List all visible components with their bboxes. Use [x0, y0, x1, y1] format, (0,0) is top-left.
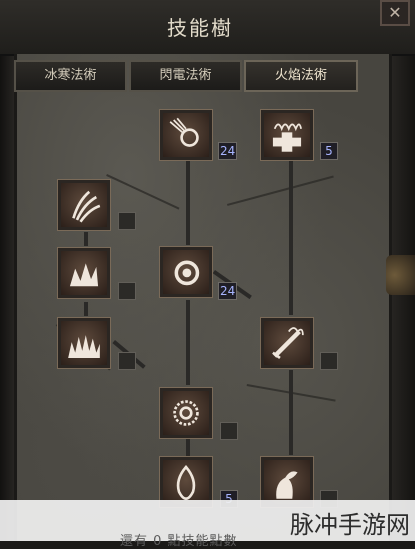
fire-mastery-icon: [176, 465, 196, 501]
fire-wall-icon: [68, 335, 100, 358]
blaze-icon: [69, 263, 99, 287]
skill-level-warmth: 5: [320, 142, 338, 160]
tab-cold-spells[interactable]: 冰寒法術: [14, 60, 127, 92]
prereq-arrow: [84, 232, 88, 246]
prereq-arrow: [186, 300, 190, 385]
hydra-icon: [276, 471, 298, 499]
skill-fire-bolt[interactable]: [159, 109, 213, 161]
close-button[interactable]: ✕: [380, 0, 410, 26]
tab-lightning-spells[interactable]: 閃電法術: [129, 60, 242, 92]
skill-level-inferno: [118, 212, 136, 230]
prereq-arrow: [186, 438, 190, 456]
tab-fire-spells[interactable]: 火焰法術: [244, 60, 358, 92]
skill-inferno[interactable]: [57, 179, 111, 231]
skill-level-blaze: [118, 282, 136, 300]
window-title: 技能樹: [167, 16, 233, 40]
skill-level-enchant: [320, 352, 338, 370]
skill-enchant[interactable]: [260, 317, 314, 369]
remaining-skill-points: 還有 0 點技能點數: [120, 534, 238, 549]
skill-fire-ball[interactable]: [159, 246, 213, 298]
fire-ball-icon: [174, 260, 200, 286]
site-watermark: 脉冲手游网: [290, 511, 410, 539]
inferno-icon: [72, 190, 101, 223]
prereq-arrow: [289, 370, 293, 455]
skill-level-meteor: [220, 422, 238, 440]
title-bar: 技能樹 ✕: [0, 0, 415, 56]
warmth-icon: [272, 123, 302, 152]
side-ornament: [386, 255, 415, 295]
prereq-arrow: [289, 160, 293, 315]
meteor-icon: [173, 400, 199, 426]
skill-meteor[interactable]: [159, 387, 213, 439]
fire-bolt-icon: [169, 117, 199, 147]
enchant-icon: [272, 327, 304, 360]
skill-level-fire-bolt: 24: [218, 142, 238, 160]
prereq-arrow: [84, 302, 88, 316]
skill-level-fire-wall: [118, 352, 136, 370]
skill-fire-wall[interactable]: [57, 317, 111, 369]
skill-blaze[interactable]: [57, 247, 111, 299]
skill-warmth[interactable]: [260, 109, 314, 161]
prereq-arrow: [186, 160, 190, 245]
skill-level-fire-ball: 24: [218, 282, 238, 300]
